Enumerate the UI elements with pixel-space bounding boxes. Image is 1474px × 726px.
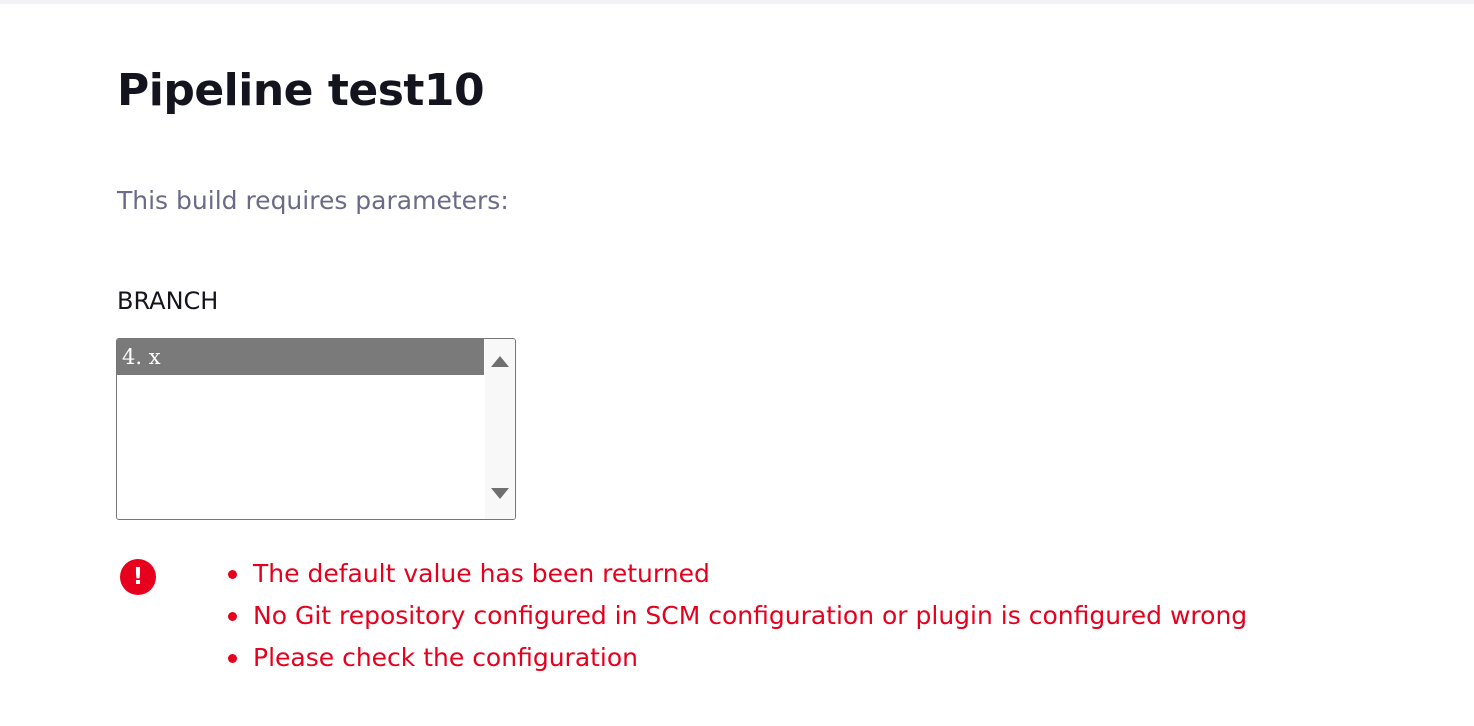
- error-message-item: The default value has been returned: [226, 553, 1247, 595]
- error-message-list: The default value has been returned No G…: [226, 553, 1247, 679]
- error-message-item: No Git repository configured in SCM conf…: [226, 595, 1247, 637]
- parameters-description: This build requires parameters:: [117, 186, 509, 215]
- branch-option-selected[interactable]: 4. x: [117, 339, 484, 375]
- top-strip: [0, 0, 1474, 4]
- scroll-up-arrow-icon[interactable]: [491, 356, 509, 367]
- error-exclamation-icon: !: [120, 559, 156, 595]
- branch-listbox[interactable]: 4. x: [116, 338, 516, 520]
- error-message-item: Please check the configuration: [226, 637, 1247, 679]
- listbox-scrollbar[interactable]: [485, 339, 515, 519]
- page-title: Pipeline test10: [117, 65, 485, 116]
- branch-parameter-label: BRANCH: [117, 287, 219, 315]
- scroll-down-arrow-icon[interactable]: [491, 488, 509, 499]
